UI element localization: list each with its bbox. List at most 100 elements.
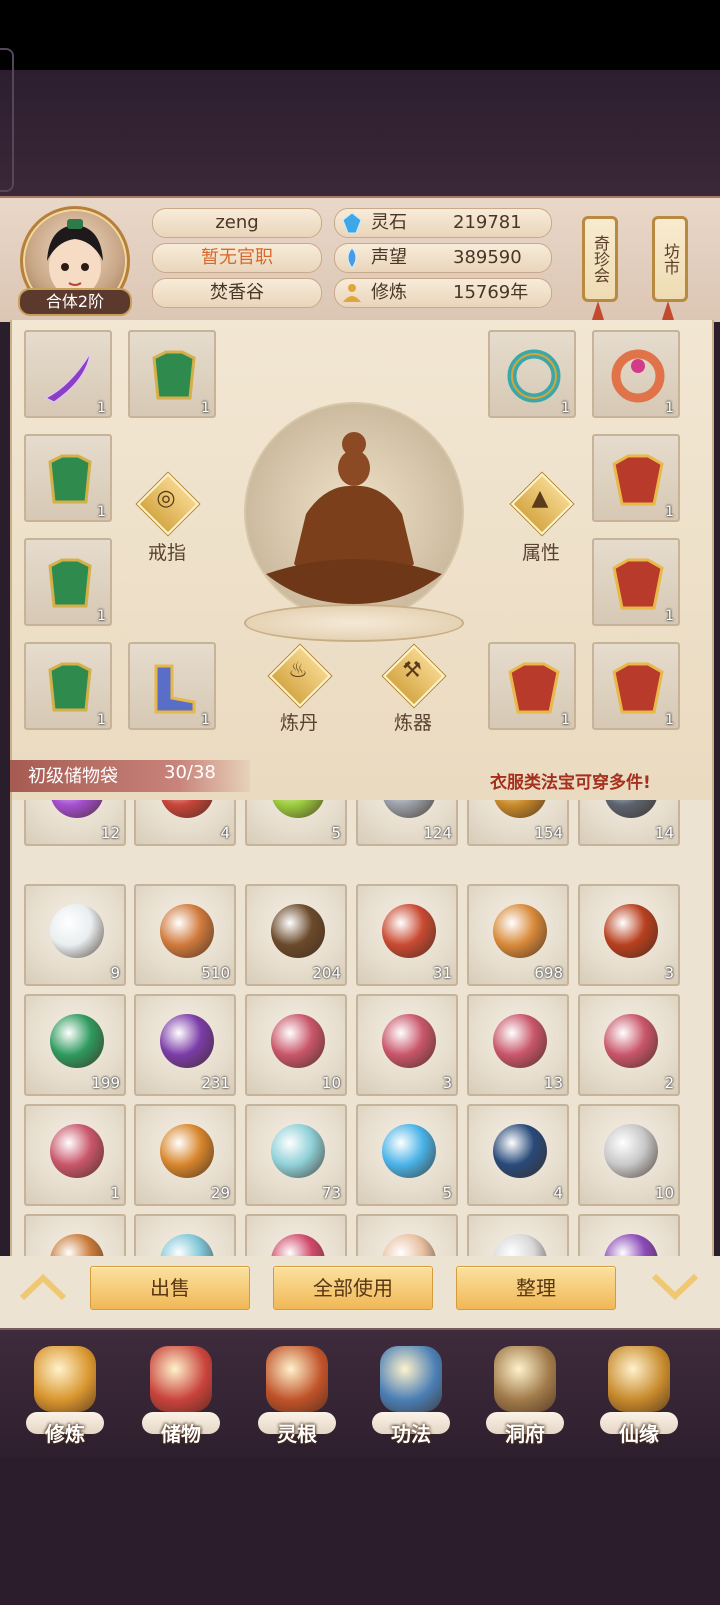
- ginseng-icon: [160, 904, 214, 958]
- inventory-item[interactable]: 124: [356, 800, 458, 846]
- spirit-root-icon: [266, 1346, 328, 1412]
- inventory-item[interactable]: 5: [356, 1104, 458, 1206]
- green-armor-icon: [48, 454, 92, 504]
- inventory-item[interactable]: 3: [356, 994, 458, 1096]
- official-title: 暂无官职: [152, 243, 322, 273]
- treasure-fair-button[interactable]: 奇珍会: [582, 216, 618, 302]
- red-crystal-icon: [604, 904, 658, 958]
- nav-item[interactable]: 修炼: [10, 1340, 120, 1450]
- inventory-item[interactable]: 73: [245, 1104, 347, 1206]
- sage-hat-icon: ▲: [531, 486, 549, 511]
- item-count: 1: [110, 1184, 120, 1202]
- item-count: 29: [210, 1184, 230, 1202]
- forge-button[interactable]: ⚒: [382, 644, 446, 710]
- equip-slot[interactable]: 1: [488, 330, 576, 418]
- silver-coin-icon: [604, 1124, 658, 1178]
- inventory-item[interactable]: 199: [24, 994, 126, 1096]
- nav-item[interactable]: 储物: [126, 1340, 236, 1450]
- resource-value: 219781: [453, 212, 522, 233]
- item-count: 199: [91, 1074, 120, 1092]
- nav-item[interactable]: 洞府: [470, 1340, 580, 1450]
- inventory-item[interactable]: 510: [134, 884, 236, 986]
- inventory-item[interactable]: 698: [467, 884, 569, 986]
- equip-slot[interactable]: 1: [592, 642, 680, 730]
- slot-count: 1: [97, 608, 106, 624]
- scroll-charm-icon: [493, 1014, 547, 1068]
- nav-item[interactable]: 功法: [356, 1340, 466, 1450]
- sort-button[interactable]: 整理: [456, 1266, 616, 1310]
- inventory-item[interactable]: 231: [134, 994, 236, 1096]
- item-count: 3: [664, 964, 674, 982]
- inventory-item[interactable]: 9: [24, 884, 126, 986]
- alchemy-label: 炼丹: [279, 712, 318, 734]
- item-count: 13: [543, 1074, 563, 1092]
- inventory-grid[interactable]: 12 4 5 124 154 14 9 510 204 31 698 3 199 231 10 3 13 2 1 29…: [10, 800, 714, 1256]
- nav-label: 灵根: [277, 1422, 317, 1446]
- potion-bottle-icon: [271, 1124, 325, 1178]
- nav-item[interactable]: 仙缘: [584, 1340, 694, 1450]
- equip-slot[interactable]: 1: [128, 642, 216, 730]
- market-button[interactable]: 坊市: [652, 216, 688, 302]
- slot-count: 1: [665, 712, 674, 728]
- inventory-item[interactable]: 2: [578, 994, 680, 1096]
- attributes-button[interactable]: ▲: [510, 472, 574, 538]
- root-herb-icon: [271, 904, 325, 958]
- nav-label: 洞府: [505, 1422, 545, 1446]
- item-count: 154: [534, 824, 563, 842]
- green-armor-icon: [48, 662, 92, 712]
- inventory-item[interactable]: 12: [24, 800, 126, 846]
- ring-button[interactable]: ◎: [136, 472, 200, 538]
- equip-slot[interactable]: 1: [24, 330, 112, 418]
- green-crystal-icon: [50, 1014, 104, 1068]
- gold-armor-icon: [612, 454, 664, 506]
- scroll-down-icon[interactable]: [650, 1272, 700, 1302]
- inventory-item[interactable]: 204: [245, 884, 347, 986]
- gourd-icon: [160, 1124, 214, 1178]
- inventory-item[interactable]: 4: [134, 800, 236, 846]
- inventory-item[interactable]: [467, 1214, 569, 1256]
- item-count: 9: [110, 964, 120, 982]
- inventory-item[interactable]: 1: [24, 1104, 126, 1206]
- meditating-silhouette-icon: [266, 432, 442, 604]
- resource-cultivation: 修炼 15769年: [334, 278, 552, 308]
- inventory-item[interactable]: 13: [467, 994, 569, 1096]
- item-count: 5: [331, 824, 341, 842]
- inventory-item[interactable]: [245, 1214, 347, 1256]
- inventory-item[interactable]: 3: [578, 884, 680, 986]
- inventory-item[interactable]: 154: [467, 800, 569, 846]
- anvil-icon: ⚒: [402, 658, 422, 683]
- inventory-item[interactable]: [134, 1214, 236, 1256]
- white-flower-icon: [50, 904, 104, 958]
- inventory-item[interactable]: 10: [578, 1104, 680, 1206]
- equip-slot[interactable]: 1: [24, 642, 112, 730]
- side-tab-edge[interactable]: [0, 48, 14, 192]
- inventory-item[interactable]: 31: [356, 884, 458, 986]
- inventory-item[interactable]: 4: [467, 1104, 569, 1206]
- slot-count: 1: [665, 608, 674, 624]
- use-all-button[interactable]: 全部使用: [273, 1266, 433, 1310]
- equip-slot[interactable]: 1: [128, 330, 216, 418]
- inventory-item[interactable]: 10: [245, 994, 347, 1096]
- resource-label: 灵石: [371, 212, 407, 233]
- equip-slot[interactable]: 1: [592, 330, 680, 418]
- inventory-item[interactable]: [356, 1214, 458, 1256]
- equip-slot[interactable]: 1: [24, 434, 112, 522]
- inventory-item[interactable]: 29: [134, 1104, 236, 1206]
- sell-button[interactable]: 出售: [90, 1266, 250, 1310]
- equip-slot[interactable]: 1: [592, 538, 680, 626]
- equip-slot[interactable]: 1: [488, 642, 576, 730]
- meditation-platform: [244, 604, 464, 642]
- scroll-up-icon[interactable]: [18, 1272, 68, 1302]
- purple-blade-icon: [44, 353, 91, 403]
- partial-item-icon: [271, 1234, 325, 1256]
- equip-slot[interactable]: 1: [592, 434, 680, 522]
- inventory-item[interactable]: 14: [578, 800, 680, 846]
- inventory-item[interactable]: [578, 1214, 680, 1256]
- inventory-item[interactable]: 5: [245, 800, 347, 846]
- inventory-item[interactable]: [24, 1214, 126, 1256]
- item-count: 231: [201, 1074, 230, 1092]
- equip-slot[interactable]: 1: [24, 538, 112, 626]
- alchemy-button[interactable]: ♨: [268, 644, 332, 710]
- slot-count: 1: [97, 504, 106, 520]
- nav-item[interactable]: 灵根: [242, 1340, 352, 1450]
